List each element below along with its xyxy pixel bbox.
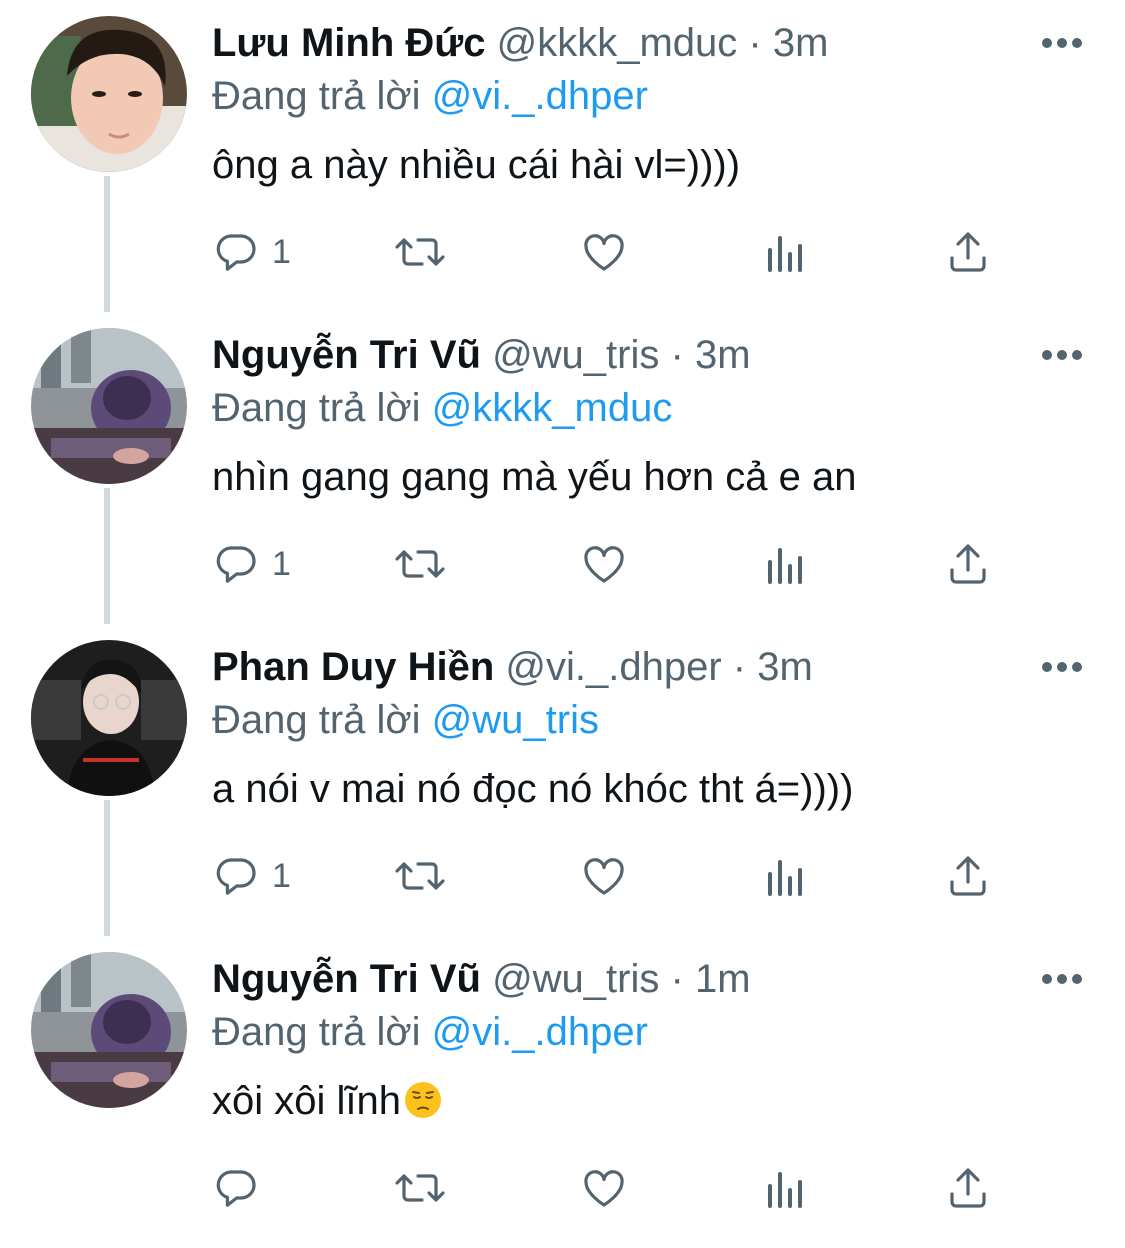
replying-to: Đang trả lời @vi._.dhper [212,1004,648,1060]
replying-to-mention[interactable]: @vi._.dhper [432,74,648,118]
tweet-header: Lưu Minh Đức @kkkk_mduc · 3m [212,14,828,72]
replying-to-mention[interactable]: @kkkk_mduc [432,386,673,430]
retweet-icon [395,238,445,266]
like-button[interactable] [580,534,630,594]
author-name[interactable]: Nguyễn Tri Vũ [212,333,481,377]
heart-icon [584,546,624,583]
replying-to: Đang trả lời @kkkk_mduc [212,380,672,436]
more-icon[interactable] [1040,660,1084,674]
author-handle[interactable]: @kkkk_mduc [497,21,738,65]
share-button[interactable] [944,846,994,906]
tweet[interactable]: Lưu Minh Đức @kkkk_mduc · 3m Đang trả lờ… [0,0,1125,312]
separator-dot: · [670,333,684,377]
tweet-header: Phan Duy Hiền @vi._.dhper · 3m [212,638,813,696]
timestamp[interactable]: 3m [695,333,751,377]
replying-to-label: Đang trả lời [212,74,421,118]
pensive-face-emoji [404,1082,441,1118]
tweet-header: Nguyễn Tri Vũ @wu_tris · 1m [212,950,751,1008]
tweet-actions: 1 [0,222,1125,282]
tweet-header: Nguyễn Tri Vũ @wu_tris · 3m [212,326,751,384]
retweet-icon [395,862,445,890]
replying-to-mention[interactable]: @vi._.dhper [432,1010,648,1054]
avatar[interactable] [31,16,187,172]
avatar[interactable] [31,952,187,1108]
retweet-button[interactable] [392,846,452,906]
retweet-button[interactable] [392,1158,452,1218]
tweet-actions: 1 [0,846,1125,906]
tweet-text: nhìn gang gang mà yếu hơn cả e an [212,455,857,499]
analytics-button[interactable] [762,1158,812,1218]
tweet-text: xôi xôi lĩnh [212,1072,443,1130]
share-button[interactable] [944,1158,994,1218]
tweet-actions [0,1158,1125,1218]
replying-to-mention[interactable]: @wu_tris [432,698,599,742]
tweet-text: ông a này nhiều cái hài vl=)))) [212,143,741,187]
analytics-icon [768,860,802,896]
analytics-button[interactable] [762,222,812,282]
heart-icon [584,234,624,271]
like-button[interactable] [580,222,630,282]
replying-to-label: Đang trả lời [212,1010,421,1054]
reply-button[interactable]: 1 [212,534,322,594]
analytics-icon [768,1172,802,1208]
reply-icon [216,546,256,583]
author-handle[interactable]: @vi._.dhper [505,645,721,689]
heart-icon [584,858,624,895]
reply-count: 1 [272,857,291,895]
reply-count: 1 [272,545,291,583]
timestamp[interactable]: 1m [695,957,751,1001]
share-icon [950,1168,986,1208]
analytics-icon [768,548,802,584]
avatar[interactable] [31,640,187,796]
more-icon[interactable] [1040,972,1084,986]
separator-dot: · [748,21,762,65]
retweet-button[interactable] [392,534,452,594]
share-icon [950,856,986,896]
like-button[interactable] [580,846,630,906]
tweet-text: a nói v mai nó đọc nó khóc tht á=)))) [212,767,854,811]
author-name[interactable]: Nguyễn Tri Vũ [212,957,481,1001]
replying-to: Đang trả lời @vi._.dhper [212,68,648,124]
avatar[interactable] [31,328,187,484]
analytics-icon [768,236,802,272]
share-button[interactable] [944,534,994,594]
reply-icon [216,858,256,895]
author-name[interactable]: Lưu Minh Đức [212,21,485,65]
tweet-actions: 1 [0,534,1125,594]
reply-button[interactable]: 1 [212,846,322,906]
reply-button[interactable] [212,1158,272,1218]
heart-icon [584,1170,624,1207]
tweet[interactable]: Phan Duy Hiền @vi._.dhper · 3m Đang trả … [0,624,1125,936]
share-icon [950,232,986,272]
tweet[interactable]: Nguyễn Tri Vũ @wu_tris · 1m Đang trả lời… [0,936,1125,1248]
author-name[interactable]: Phan Duy Hiền [212,645,494,689]
more-icon[interactable] [1040,36,1084,50]
analytics-button[interactable] [762,534,812,594]
replying-to-label: Đang trả lời [212,698,421,742]
author-handle[interactable]: @wu_tris [492,957,659,1001]
reply-count: 1 [272,233,291,271]
share-icon [950,544,986,584]
timestamp[interactable]: 3m [757,645,813,689]
retweet-button[interactable] [392,222,452,282]
reply-thread: Lưu Minh Đức @kkkk_mduc · 3m Đang trả lờ… [0,0,1125,1248]
separator-dot: · [670,957,684,1001]
reply-icon [216,234,256,271]
retweet-icon [395,1174,445,1202]
tweet[interactable]: Nguyễn Tri Vũ @wu_tris · 3m Đang trả lời… [0,312,1125,624]
timestamp[interactable]: 3m [773,21,829,65]
reply-icon [216,1170,256,1207]
like-button[interactable] [580,1158,630,1218]
share-button[interactable] [944,222,994,282]
retweet-icon [395,550,445,578]
replying-to: Đang trả lời @wu_tris [212,692,599,748]
tweet-text-content: xôi xôi lĩnh [212,1079,401,1123]
reply-button[interactable]: 1 [212,222,322,282]
analytics-button[interactable] [762,846,812,906]
author-handle[interactable]: @wu_tris [492,333,659,377]
more-icon[interactable] [1040,348,1084,362]
replying-to-label: Đang trả lời [212,386,421,430]
separator-dot: · [732,645,747,689]
